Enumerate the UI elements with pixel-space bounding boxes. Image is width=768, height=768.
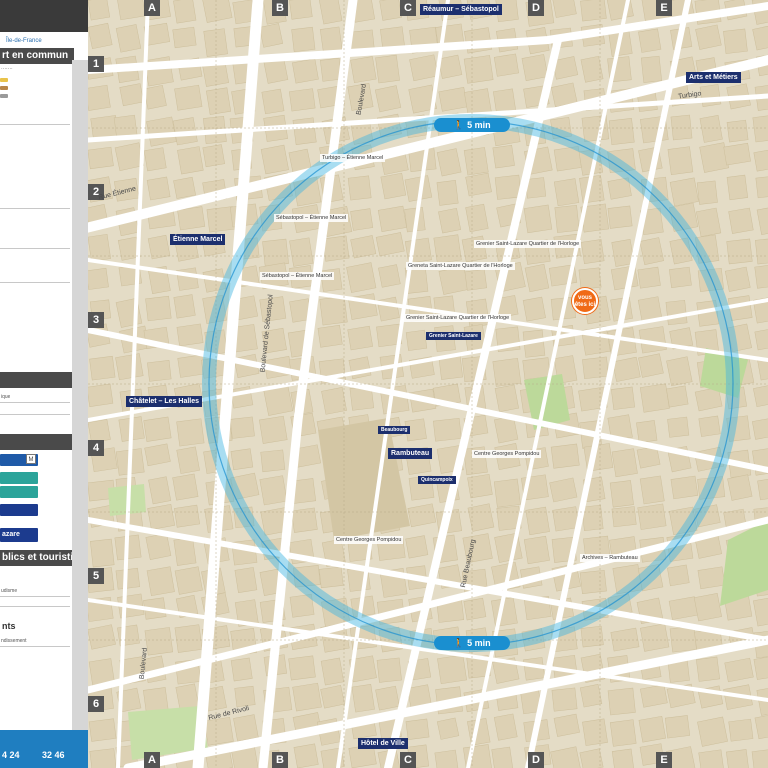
grid-col-label: B xyxy=(272,0,288,16)
footer-time: 4 24 xyxy=(2,750,20,760)
grid-row-label: 5 xyxy=(88,568,104,584)
divider xyxy=(0,248,70,249)
line-chip xyxy=(0,486,38,498)
bus-stop-label: Greneta Saint-Lazare Quartier de l'Horlo… xyxy=(406,262,515,270)
panel-footer: 4 24 32 46 xyxy=(0,730,88,768)
info-panel: Île-de-France rt en commun ······· ique … xyxy=(0,0,88,768)
walk-time-text: 5 min xyxy=(467,120,491,130)
grid-row-label: 6 xyxy=(88,696,104,712)
bus-stop-badge[interactable]: Grenier Saint-Lazare xyxy=(426,332,481,340)
grid-row-label: 3 xyxy=(88,312,104,328)
legend-swatch xyxy=(0,78,8,82)
legend-text: ique xyxy=(1,394,11,400)
grid-col-label: D xyxy=(528,0,544,16)
walker-icon: 🚶 xyxy=(453,638,465,648)
divider xyxy=(0,282,70,283)
bus-stop-label: Centre Georges Pompidou xyxy=(472,450,542,458)
walker-icon: 🚶 xyxy=(453,120,465,130)
divider xyxy=(0,606,70,607)
divider xyxy=(0,208,70,209)
sites-section-header: blics et touristiques xyxy=(0,550,74,566)
bus-stop-badge[interactable]: Quincampoix xyxy=(418,476,456,484)
footer-time: 32 46 xyxy=(42,750,65,760)
walk-time-bottom: 🚶 5 min xyxy=(434,636,510,650)
station-rambuteau[interactable]: Rambuteau xyxy=(388,448,433,459)
bus-stop-label: Centre Georges Pompidou xyxy=(334,536,404,544)
station-chatelet-les-halles[interactable]: Châtelet – Les Halles xyxy=(126,396,203,407)
walk-time-text: 5 min xyxy=(467,638,491,648)
bus-stop-label: Archives – Rambuteau xyxy=(580,554,640,562)
walk-time-top: 🚶 5 min xyxy=(434,118,510,132)
grid-col-label: B xyxy=(272,752,288,768)
panel-top-bar xyxy=(0,0,88,32)
idf-logo: Île-de-France xyxy=(6,38,42,44)
grid-row-label: 4 xyxy=(88,440,104,456)
bus-stop-label: Grenier Saint-Lazare Quartier de l'Horlo… xyxy=(474,240,582,248)
grid-col-label: D xyxy=(528,752,544,768)
divider xyxy=(0,402,70,403)
station-reaumur-sebastopol[interactable]: Réaumur – Sébastopol xyxy=(420,4,502,15)
bus-stop-label: Sébastopol – Étienne Marcel xyxy=(274,214,349,222)
bus-stop-badge[interactable]: Beaubourg xyxy=(378,426,411,434)
site-entry: udisme xyxy=(1,588,18,594)
legend-swatch xyxy=(0,94,8,98)
grid-col-label: C xyxy=(400,752,416,768)
grid-col-label: A xyxy=(144,0,160,16)
event-entry: ndissement xyxy=(1,638,27,644)
map-canvas xyxy=(88,0,768,768)
grid-col-label: A xyxy=(144,752,160,768)
grid-col-label: E xyxy=(656,752,672,768)
metro-icon: M xyxy=(26,454,36,464)
events-section-header: nts xyxy=(2,621,16,631)
legend-swatch xyxy=(0,86,8,90)
bus-stop-label: Turbigo – Étienne Marcel xyxy=(320,154,386,162)
saint-lazare-row: azare xyxy=(0,528,38,542)
divider xyxy=(0,124,70,125)
map-view[interactable]: A B C D E A B C D E 1 2 3 4 5 6 Boulevar… xyxy=(88,0,768,768)
bus-stop-label: Sébastopol – Étienne Marcel xyxy=(260,272,335,280)
grid-col-label: E xyxy=(656,0,672,16)
grid-col-label: C xyxy=(400,0,416,16)
station-hotel-de-ville[interactable]: Hôtel de Ville xyxy=(358,738,408,749)
panel-gutter xyxy=(72,60,88,740)
you-are-here-marker[interactable]: vous êtes ici xyxy=(572,288,598,314)
station-etienne-marcel[interactable]: Étienne Marcel xyxy=(170,234,226,245)
line-chip xyxy=(0,472,38,484)
grid-row-label: 1 xyxy=(88,56,104,72)
divider xyxy=(0,646,70,647)
legend-text: ······· xyxy=(1,66,13,72)
transport-section-header: rt en commun xyxy=(0,48,74,64)
divider xyxy=(0,414,70,415)
divider xyxy=(0,596,70,597)
line-chip xyxy=(0,504,38,516)
station-arts-et-metiers[interactable]: Arts et Métiers xyxy=(686,72,741,83)
bus-stop-label: Grenier Saint-Lazare Quartier de l'Horlo… xyxy=(404,314,512,322)
